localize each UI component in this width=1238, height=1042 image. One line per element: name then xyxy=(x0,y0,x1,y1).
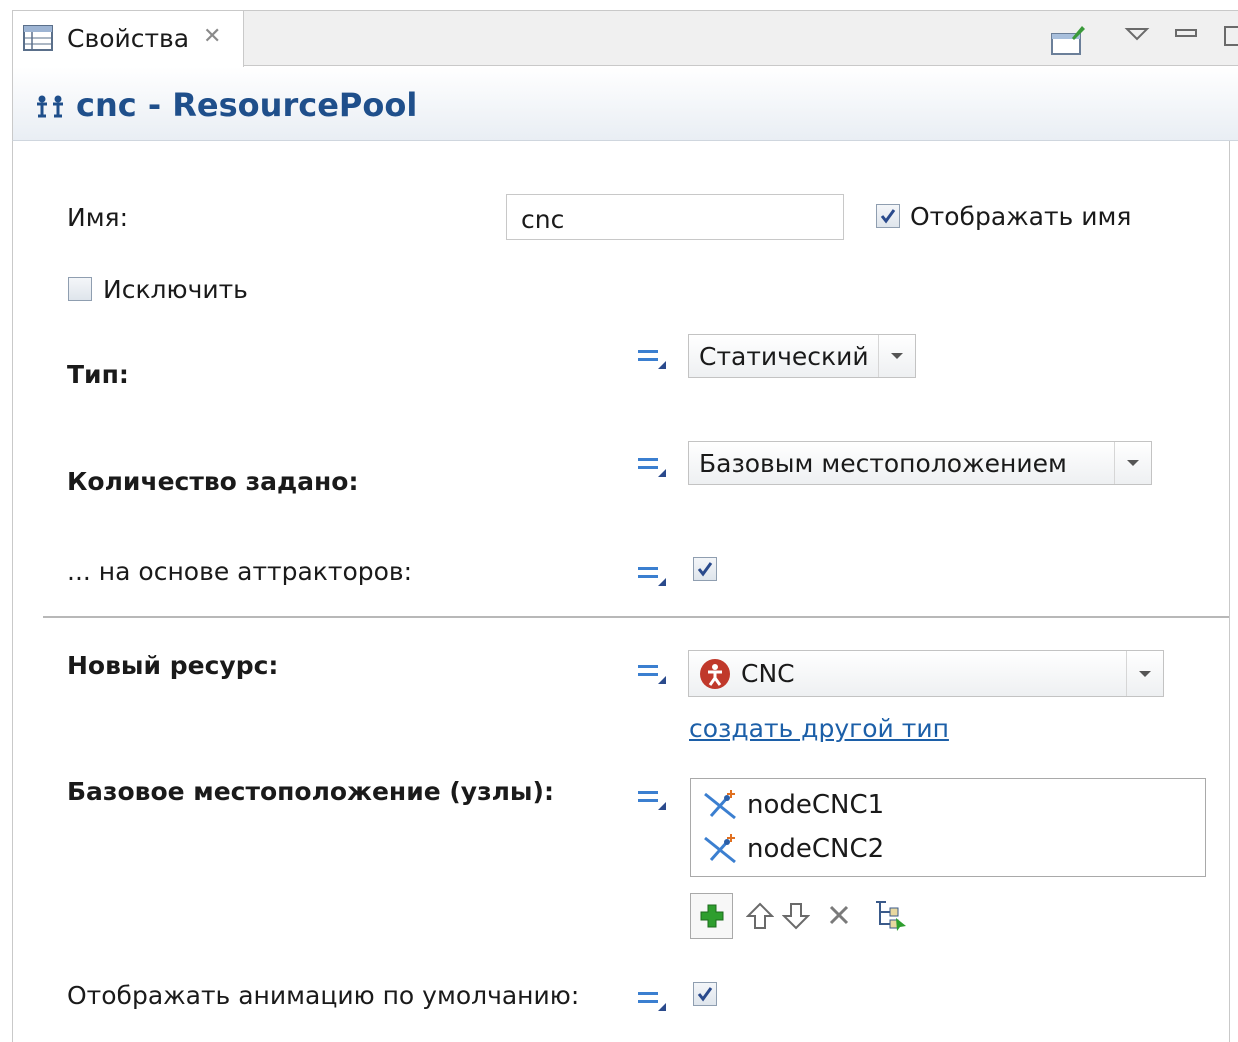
resource-pool-icon xyxy=(34,94,68,122)
new-resource-label: Новый ресурс: xyxy=(67,651,279,680)
node-label: nodeCNC1 xyxy=(747,790,885,820)
quantity-label: Количество задано: xyxy=(67,467,359,496)
home-location-label: Базовое местоположение (узлы): xyxy=(67,777,554,806)
type-select-value: Статический xyxy=(699,341,869,371)
name-input[interactable]: cnc xyxy=(506,194,844,240)
home-location-list[interactable]: nodeCNC1 nodeCNC2 xyxy=(690,778,1206,877)
list-item[interactable]: nodeCNC2 xyxy=(701,829,884,869)
show-name-checkbox[interactable] xyxy=(876,204,900,228)
list-item[interactable]: nodeCNC1 xyxy=(701,785,884,825)
type-select[interactable]: Статический xyxy=(688,334,916,378)
create-type-link[interactable]: создать другой тип xyxy=(689,714,949,743)
chevron-down-icon xyxy=(878,335,915,377)
checkmark-icon xyxy=(880,209,896,224)
network-node-icon xyxy=(704,834,736,864)
tab-label: Свойства xyxy=(67,24,190,53)
move-down-icon[interactable] xyxy=(781,902,811,934)
minimize-icon[interactable] xyxy=(1174,26,1198,45)
properties-view-icon xyxy=(23,25,53,55)
exclude-label: Исключить xyxy=(103,275,248,304)
move-up-icon[interactable] xyxy=(745,902,775,934)
close-tab-icon[interactable]: ✕ xyxy=(203,24,221,49)
attractors-checkbox[interactable] xyxy=(693,557,717,581)
exclude-checkbox[interactable] xyxy=(68,277,92,301)
add-icon xyxy=(700,904,723,928)
page-title: cnc - ResourcePool xyxy=(76,86,418,124)
attractors-label: ... на основе аттракторов: xyxy=(67,557,413,586)
chevron-down-icon xyxy=(1126,651,1163,696)
type-label: Тип: xyxy=(67,360,129,389)
show-animation-label: Отображать анимацию по умолчанию: xyxy=(67,981,580,1010)
static-value-toggle-icon[interactable] xyxy=(636,786,666,816)
view-menu-icon[interactable] xyxy=(1124,26,1150,46)
static-value-toggle-icon[interactable] xyxy=(636,562,666,592)
new-resource-value: CNC xyxy=(741,659,795,688)
static-value-toggle-icon[interactable] xyxy=(636,345,666,375)
pin-view-icon[interactable] xyxy=(1050,24,1086,60)
left-border xyxy=(12,141,13,1042)
checkmark-icon xyxy=(697,987,713,1002)
network-node-icon xyxy=(704,790,736,820)
show-name-label: Отображать имя xyxy=(910,202,1132,231)
checkmark-icon xyxy=(697,562,713,577)
quantity-select[interactable]: Базовым местоположением xyxy=(688,441,1152,485)
new-resource-select[interactable]: CNC xyxy=(688,650,1164,697)
remove-icon[interactable] xyxy=(826,902,852,932)
add-item-button[interactable] xyxy=(690,893,733,939)
chevron-down-icon xyxy=(1114,442,1151,484)
show-animation-checkbox[interactable] xyxy=(693,982,717,1006)
name-label: Имя: xyxy=(67,203,129,232)
static-value-toggle-icon[interactable] xyxy=(636,987,666,1017)
static-value-toggle-icon[interactable] xyxy=(636,660,666,690)
select-nodes-icon[interactable] xyxy=(872,898,910,936)
quantity-select-value: Базовым местоположением xyxy=(699,448,1067,478)
section-divider xyxy=(43,616,1229,618)
maximize-icon[interactable] xyxy=(1222,24,1238,52)
right-border xyxy=(1229,141,1230,1042)
node-label: nodeCNC2 xyxy=(747,834,885,864)
resource-type-icon xyxy=(689,658,731,690)
static-value-toggle-icon[interactable] xyxy=(636,453,666,483)
